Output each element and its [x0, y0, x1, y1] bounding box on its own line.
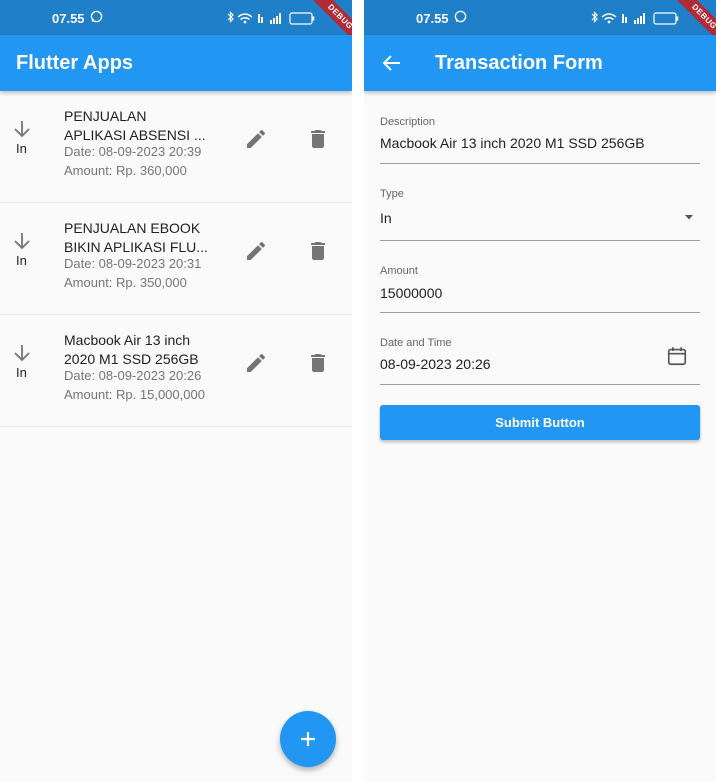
transaction-date: Date: 08-09-2023 20:31: [64, 256, 202, 271]
dropdown-arrow-icon[interactable]: [682, 210, 696, 224]
transaction-amount: Amount: Rp. 360,000: [64, 163, 187, 178]
transaction-list: In PENJUALAN APLIKASI ABSENSI ... Date: …: [0, 91, 352, 427]
page-title: Flutter Apps: [16, 52, 134, 74]
list-item[interactable]: In Macbook Air 13 inch 2020 M1 SSD 256GB…: [0, 315, 352, 427]
list-item[interactable]: In PENJUALAN EBOOK BIKIN APLIKASI FLU...…: [0, 203, 352, 315]
transaction-type: In: [16, 253, 27, 268]
transaction-date: Date: 08-09-2023 20:39: [64, 144, 202, 159]
description-value[interactable]: Macbook Air 13 inch 2020 M1 SSD 256GB: [380, 135, 645, 151]
app-bar: Transaction Form: [364, 35, 716, 91]
add-transaction-button[interactable]: [280, 711, 336, 767]
transaction-amount: Amount: Rp. 350,000: [64, 275, 187, 290]
amount-value[interactable]: 15000000: [380, 285, 442, 301]
page-title: Transaction Form: [435, 52, 603, 74]
description-line-1: PENJUALAN EBOOK: [64, 220, 201, 236]
arrow-down-icon: [14, 233, 30, 250]
transaction-description: Macbook Air 13 inch 2020 M1 SSD 256GB: [64, 331, 216, 369]
transaction-list-screen: 07.55 DEBUG Flutter Apps In PENJUALAN AP…: [0, 0, 352, 782]
transaction-amount: Amount: Rp. 15,000,000: [64, 387, 205, 402]
status-time: 07.55: [52, 11, 85, 26]
type-label: Type: [380, 188, 404, 200]
app-bar: Flutter Apps: [0, 35, 352, 91]
amount-field[interactable]: Amount 15000000: [380, 265, 700, 313]
delete-icon[interactable]: [306, 351, 330, 375]
date-time-label: Date and Time: [380, 337, 452, 349]
arrow-down-icon: [14, 121, 30, 138]
edit-icon[interactable]: [244, 239, 268, 263]
status-time: 07.55: [416, 11, 449, 26]
description-line-1: PENJUALAN: [64, 108, 147, 124]
calendar-icon[interactable]: [666, 345, 688, 367]
transaction-date: Date: 08-09-2023 20:26: [64, 368, 202, 383]
back-arrow-icon[interactable]: [380, 51, 404, 75]
description-line-1: Macbook Air 13 inch: [64, 332, 191, 348]
status-bar: 07.55: [364, 0, 716, 35]
add-icon: [301, 732, 315, 746]
transaction-type: In: [16, 365, 27, 380]
delete-icon[interactable]: [306, 239, 330, 263]
transaction-type: In: [16, 141, 27, 156]
list-item[interactable]: In PENJUALAN APLIKASI ABSENSI ... Date: …: [0, 91, 352, 203]
description-field[interactable]: Description Macbook Air 13 inch 2020 M1 …: [380, 116, 700, 164]
whatsapp-icon: [90, 10, 103, 23]
status-icons: [227, 11, 315, 25]
edit-icon[interactable]: [244, 351, 268, 375]
date-time-value[interactable]: 08-09-2023 20:26: [380, 356, 491, 372]
whatsapp-icon: [454, 10, 467, 23]
status-icons: [591, 11, 679, 25]
description-line-2: APLIKASI ABSENSI ...: [64, 127, 206, 143]
edit-icon[interactable]: [244, 127, 268, 151]
delete-icon[interactable]: [306, 127, 330, 151]
amount-label: Amount: [380, 265, 418, 277]
transaction-description: PENJUALAN EBOOK BIKIN APLIKASI FLU...: [64, 219, 216, 257]
arrow-down-icon: [14, 345, 30, 362]
description-label: Description: [380, 116, 436, 128]
description-line-2: 2020 M1 SSD 256GB: [64, 351, 199, 367]
type-dropdown[interactable]: Type In: [380, 188, 700, 241]
submit-button[interactable]: Submit Button: [380, 405, 700, 440]
date-time-field[interactable]: Date and Time 08-09-2023 20:26: [380, 337, 700, 385]
description-line-2: BIKIN APLIKASI FLU...: [64, 239, 208, 255]
type-value[interactable]: In: [380, 210, 392, 226]
transaction-form-screen: 07.55 DEBUG Transaction Form Description…: [364, 0, 716, 782]
transaction-description: PENJUALAN APLIKASI ABSENSI ...: [64, 107, 216, 145]
status-bar: 07.55: [0, 0, 352, 35]
